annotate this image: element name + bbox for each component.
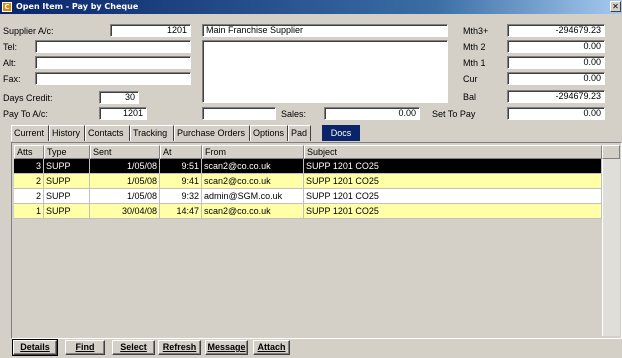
column-header-type[interactable]: Type [44,145,90,159]
cell-subject: SUPP 1201 CO25 [304,159,602,174]
table-row[interactable]: 2 SUPP 1/05/08 9:41 scan2@co.co.uk SUPP … [14,174,602,189]
extra-field[interactable] [202,107,276,120]
find-button[interactable]: Find [65,340,105,355]
tab-contacts[interactable]: Contacts [85,125,130,141]
cell-at: 9:32 [160,189,202,204]
set-to-pay-label: Set To Pay [432,109,476,119]
table-row[interactable]: 2 SUPP 1/05/08 9:32 admin@SGM.co.uk SUPP… [14,189,602,204]
tab-options[interactable]: Options [250,125,288,141]
cell-sent: 1/05/08 [90,159,160,174]
cell-from: scan2@co.co.uk [202,159,304,174]
close-icon[interactable]: ✕ [610,1,621,12]
cell-atts: 3 [14,159,44,174]
alt-label: Alt: [3,58,17,68]
vertical-scrollbar[interactable] [602,159,620,336]
tab-history[interactable]: History [49,125,85,141]
cell-atts: 2 [14,189,44,204]
tab-current[interactable]: Current [11,125,49,141]
table-row[interactable]: 3 SUPP 1/05/08 9:51 scan2@co.co.uk SUPP … [14,159,602,174]
pay-to-label: Pay To A/c: [3,109,48,119]
days-credit-label: Days Credit: [3,93,53,103]
mth3-field: -294679.23 [507,24,605,37]
cell-type: SUPP [44,189,90,204]
mth2-label: Mth 2 [463,42,486,52]
days-credit-field[interactable]: 30 [99,91,139,104]
column-header-subject[interactable]: Subject [304,145,602,159]
supplier-account-label: Supplier A/c: [3,26,54,36]
message-button[interactable]: Message [205,340,248,355]
mth2-field: 0.00 [507,40,605,53]
grid-body: 3 SUPP 1/05/08 9:51 scan2@co.co.uk SUPP … [14,159,602,336]
title-bar: C Open Item - Pay by Cheque ✕ [0,0,622,14]
cell-at: 9:51 [160,159,202,174]
cell-atts: 2 [14,174,44,189]
tab-pad[interactable]: Pad [288,125,311,141]
fax-label: Fax: [3,74,21,84]
bal-label: Bal [463,92,477,102]
window-title: Open Item - Pay by Cheque [16,2,139,11]
cell-type: SUPP [44,174,90,189]
cell-subject: SUPP 1201 CO25 [304,174,602,189]
column-header-atts[interactable]: Atts [14,145,44,159]
cell-at: 14:47 [160,204,202,219]
tel-label: Tel: [3,42,18,52]
table-row[interactable]: 1 SUPP 30/04/08 14:47 scan2@co.co.uk SUP… [14,204,602,219]
cell-type: SUPP [44,159,90,174]
cur-label: Cur [463,74,478,84]
tab-docs[interactable]: Docs [322,125,360,141]
cell-from: scan2@co.co.uk [202,204,304,219]
mth1-field: 0.00 [507,56,605,69]
fax-field[interactable] [35,72,191,85]
docs-grid: Atts Type Sent At From Subject 3 SUPP 1/… [11,142,622,339]
alt-field[interactable] [35,56,191,69]
pay-to-field[interactable]: 1201 [99,107,147,120]
tel-field[interactable] [35,40,191,53]
sales-label: Sales: [281,109,307,119]
refresh-button[interactable]: Refresh [158,340,201,355]
cur-field: 0.00 [507,72,605,85]
details-button[interactable]: Details [12,339,58,356]
tab-purchase-orders[interactable]: Purchase Orders [174,125,250,141]
supplier-account-field[interactable]: 1201 [110,24,191,37]
column-header-sent[interactable]: Sent [90,145,160,159]
app-icon: C [2,2,12,12]
cell-from: admin@SGM.co.uk [202,189,304,204]
mth1-label: Mth 1 [463,58,486,68]
cell-at: 9:41 [160,174,202,189]
mth3-label: Mth3+ [463,26,489,36]
tab-tracking[interactable]: Tracking [130,125,174,141]
cell-from: scan2@co.co.uk [202,174,304,189]
grid-header: Atts Type Sent At From Subject [14,145,620,159]
select-button[interactable]: Select [112,340,155,355]
cell-subject: SUPP 1201 CO25 [304,204,602,219]
column-header-at[interactable]: At [160,145,202,159]
column-header-spacer [602,145,620,159]
cell-subject: SUPP 1201 CO25 [304,189,602,204]
set-to-pay-field[interactable]: 0.00 [507,107,605,120]
bal-field: -294679.23 [507,90,605,103]
supplier-address-memo[interactable] [202,40,448,103]
supplier-name-field[interactable]: Main Franchise Supplier [202,24,448,37]
cell-type: SUPP [44,204,90,219]
attach-button[interactable]: Attach [253,340,290,355]
cell-sent: 1/05/08 [90,174,160,189]
cell-sent: 1/05/08 [90,189,160,204]
column-header-from[interactable]: From [202,145,304,159]
sales-field[interactable]: 0.00 [324,107,420,120]
cell-atts: 1 [14,204,44,219]
cell-sent: 30/04/08 [90,204,160,219]
